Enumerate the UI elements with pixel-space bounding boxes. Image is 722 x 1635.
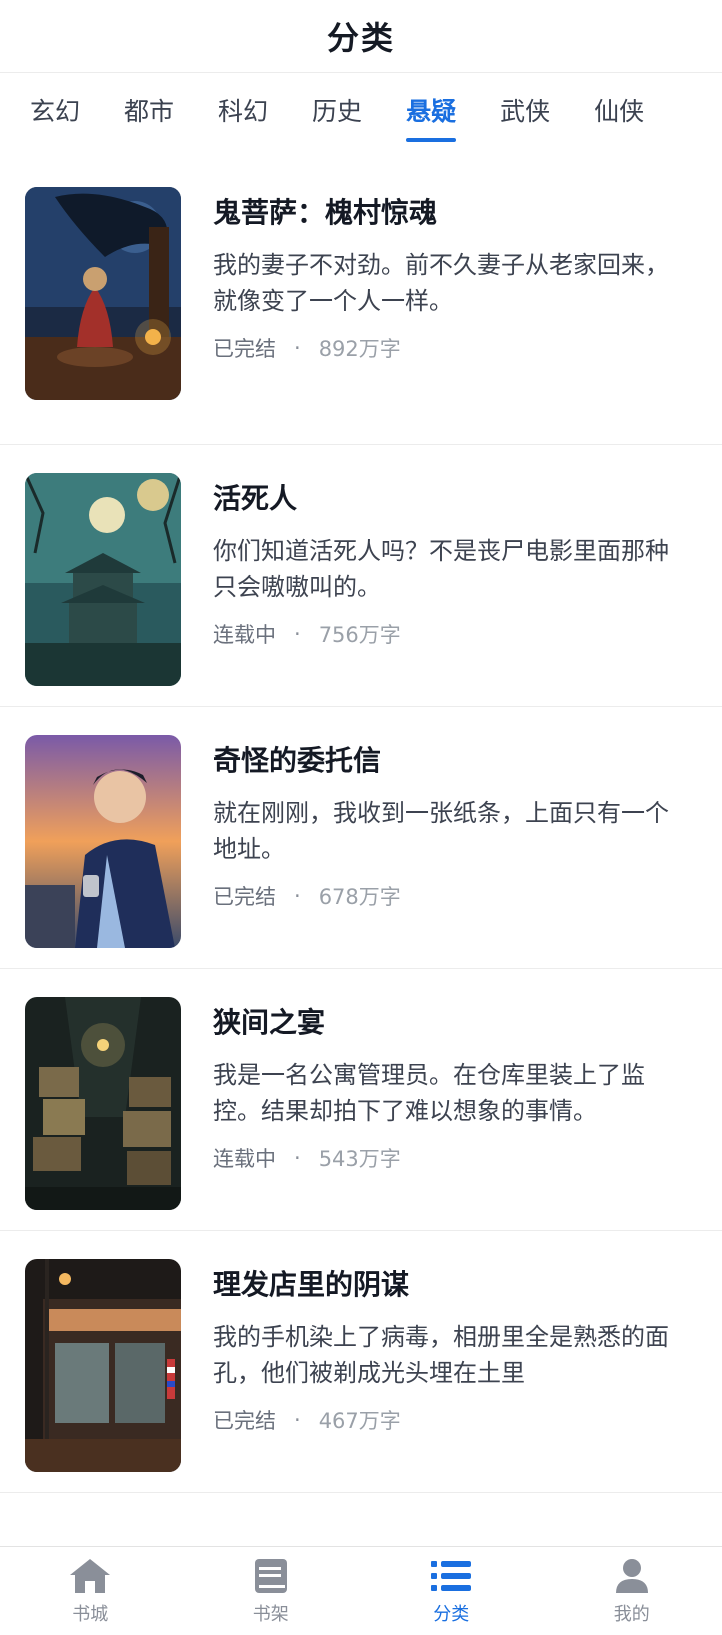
tab-wuxia[interactable]: 武侠 <box>500 92 550 134</box>
book-meta: 已完结 · 678万字 <box>213 881 683 911</box>
separator-dot: · <box>294 336 301 360</box>
tab-kehuan[interactable]: 科幻 <box>218 92 268 134</box>
book-cover[interactable] <box>25 735 181 948</box>
nav-bookstore[interactable]: 书城 <box>30 1556 150 1626</box>
book-description: 我的手机染上了病毒，相册里全是熟悉的面孔，他们被剃成光头埋在土里 <box>213 1323 669 1387</box>
cover-image <box>25 1259 181 1472</box>
user-icon <box>610 1556 654 1596</box>
word-count: 543万字 <box>318 1147 401 1171</box>
book-item[interactable]: 奇怪的委托信 就在刚刚，我收到一张纸条，上面只有一个地址。 已完结 · 678万… <box>0 707 722 969</box>
nav-label: 我的 <box>613 1604 650 1625</box>
category-list-icon <box>429 1556 473 1596</box>
separator-dot: · <box>294 1408 301 1432</box>
book-meta: 已完结 · 467万字 <box>213 1405 683 1435</box>
book-description: 就在刚刚，我收到一张纸条，上面只有一个地址。 <box>213 799 669 863</box>
book-item[interactable]: 活死人 你们知道活死人吗？不是丧尸电影里面那种只会嗷嗷叫的。 连载中 · 756… <box>0 445 722 707</box>
book-item[interactable]: 狭间之宴 我是一名公寓管理员。在仓库里装上了监控。结果却拍下了难以想象的事情。 … <box>0 969 722 1231</box>
cover-image <box>25 735 181 948</box>
word-count: 467万字 <box>318 1409 401 1433</box>
book-meta: 连载中 · 756万字 <box>213 619 683 649</box>
cover-image <box>25 473 181 686</box>
tab-xuanhuan[interactable]: 玄幻 <box>30 92 80 134</box>
nav-bookshelf[interactable]: 书架 <box>211 1556 331 1626</box>
separator-dot: · <box>294 1146 301 1170</box>
cover-image <box>25 997 181 1210</box>
book-cover[interactable] <box>25 1259 181 1472</box>
tab-dushi[interactable]: 都市 <box>124 92 174 134</box>
book-meta: 已完结 · 892万字 <box>213 333 683 363</box>
book-description: 我是一名公寓管理员。在仓库里装上了监控。结果却拍下了难以想象的事情。 <box>213 1061 645 1125</box>
tab-lishi[interactable]: 历史 <box>312 92 362 134</box>
status-badge: 连载中 <box>213 1147 276 1171</box>
book-title[interactable]: 鬼菩萨：槐村惊魂 <box>213 191 683 231</box>
cover-image <box>25 187 181 400</box>
book-item[interactable]: 理发店里的阴谋 我的手机染上了病毒，相册里全是熟悉的面孔，他们被剃成光头埋在土里… <box>0 1231 722 1493</box>
status-badge: 已完结 <box>213 1409 276 1433</box>
word-count: 678万字 <box>318 885 401 909</box>
nav-label: 书架 <box>252 1604 289 1625</box>
book-description: 我的妻子不对劲。前不久妻子从老家回来，就像变了一个人一样。 <box>213 251 669 315</box>
book-title[interactable]: 活死人 <box>213 477 683 517</box>
status-badge: 已完结 <box>213 337 276 361</box>
book-list: 鬼菩萨：槐村惊魂 我的妻子不对劲。前不久妻子从老家回来，就像变了一个人一样。 已… <box>0 173 722 1493</box>
category-tabs: 玄幻 都市 科幻 历史 悬疑 武侠 仙侠 <box>0 73 722 153</box>
status-badge: 已完结 <box>213 885 276 909</box>
page-title: 分类 <box>326 19 395 57</box>
separator-dot: · <box>294 622 301 646</box>
nav-category[interactable]: 分类 <box>391 1556 511 1626</box>
book-title[interactable]: 奇怪的委托信 <box>213 739 683 779</box>
nav-label: 书城 <box>72 1604 109 1625</box>
word-count: 756万字 <box>318 623 401 647</box>
book-title[interactable]: 狭间之宴 <box>213 1001 683 1041</box>
nav-label: 分类 <box>433 1604 470 1625</box>
book-meta: 连载中 · 543万字 <box>213 1143 683 1173</box>
book-cover[interactable] <box>25 997 181 1210</box>
book-description: 你们知道活死人吗？不是丧尸电影里面那种只会嗷嗷叫的。 <box>213 537 669 601</box>
book-item[interactable]: 鬼菩萨：槐村惊魂 我的妻子不对劲。前不久妻子从老家回来，就像变了一个人一样。 已… <box>0 173 722 445</box>
tab-xianxia[interactable]: 仙侠 <box>594 92 644 134</box>
word-count: 892万字 <box>318 337 401 361</box>
home-icon <box>68 1556 112 1596</box>
status-badge: 连载中 <box>213 623 276 647</box>
tab-xuanyi[interactable]: 悬疑 <box>406 92 457 142</box>
bookshelf-icon <box>249 1556 293 1596</box>
book-cover[interactable] <box>25 473 181 686</box>
nav-profile[interactable]: 我的 <box>572 1556 692 1626</box>
separator-dot: · <box>294 884 301 908</box>
book-title[interactable]: 理发店里的阴谋 <box>213 1263 683 1303</box>
app-header: 分类 <box>0 0 722 73</box>
bottom-nav: 书城 书架 分类 我的 <box>0 1546 722 1635</box>
book-cover[interactable] <box>25 187 181 400</box>
